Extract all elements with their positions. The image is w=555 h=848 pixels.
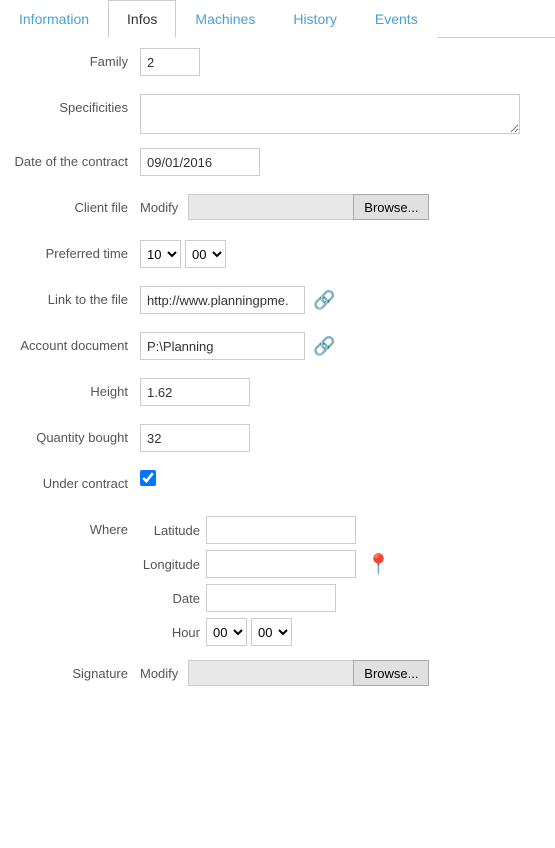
- signature-fake-input: Browse...: [188, 660, 429, 686]
- client-file-modify-label: Modify: [140, 200, 178, 215]
- signature-browse-btn[interactable]: Browse...: [353, 660, 429, 686]
- link-field: 🔗: [140, 286, 545, 314]
- where-hour-row: Hour 00 00: [140, 618, 391, 646]
- tab-information[interactable]: Information: [0, 0, 108, 38]
- family-input[interactable]: [140, 48, 200, 76]
- under-contract-field: [140, 470, 545, 486]
- preferred-time-field: 10 00: [140, 240, 545, 268]
- date-contract-label: Date of the contract: [10, 148, 140, 171]
- tab-events[interactable]: Events: [356, 0, 437, 38]
- client-file-field: Modify Browse...: [140, 194, 545, 220]
- client-file-row: Client file Modify Browse...: [10, 194, 545, 226]
- where-row: Where Latitude Longitude 📍 Date: [10, 516, 545, 646]
- under-contract-label: Under contract: [10, 470, 140, 493]
- where-hour-select[interactable]: 00: [206, 618, 247, 646]
- date-contract-row: Date of the contract: [10, 148, 545, 180]
- where-hour-label: Hour: [140, 625, 200, 640]
- signature-input-row: Modify Browse...: [140, 660, 429, 686]
- quantity-row: Quantity bought: [10, 424, 545, 456]
- account-input[interactable]: [140, 332, 305, 360]
- where-field: Latitude Longitude 📍 Date Hour: [140, 516, 545, 646]
- account-label: Account document: [10, 332, 140, 355]
- link-icon[interactable]: 🔗: [313, 290, 335, 311]
- height-input[interactable]: [140, 378, 250, 406]
- location-icon[interactable]: 📍: [366, 552, 391, 577]
- where-date-label: Date: [140, 591, 200, 606]
- specificities-input[interactable]: [140, 94, 520, 134]
- family-label: Family: [10, 48, 140, 71]
- date-contract-field: [140, 148, 545, 176]
- account-field: 🔗: [140, 332, 545, 360]
- where-block: Latitude Longitude 📍 Date Hour: [140, 516, 391, 646]
- signature-label: Signature: [10, 660, 140, 683]
- under-contract-row: Under contract: [10, 470, 545, 502]
- link-row: Link to the file 🔗: [10, 286, 545, 318]
- latitude-label: Latitude: [140, 523, 200, 538]
- specificities-row: Specificities: [10, 94, 545, 134]
- under-contract-checkbox[interactable]: [140, 470, 156, 486]
- latitude-row: Latitude: [140, 516, 391, 544]
- link-label: Link to the file: [10, 286, 140, 309]
- longitude-input[interactable]: [206, 550, 356, 578]
- date-contract-input[interactable]: [140, 148, 260, 176]
- tab-infos[interactable]: Infos: [108, 0, 176, 38]
- signature-row: Signature Modify Browse...: [10, 660, 545, 692]
- where-minute-select[interactable]: 00: [251, 618, 292, 646]
- where-date-input[interactable]: [206, 584, 336, 612]
- signature-field: Modify Browse...: [140, 660, 545, 686]
- preferred-time-hour-select[interactable]: 10: [140, 240, 181, 268]
- tab-history[interactable]: History: [274, 0, 356, 38]
- signature-modify-label: Modify: [140, 666, 178, 681]
- account-link-icon[interactable]: 🔗: [313, 336, 335, 357]
- specificities-field: [140, 94, 545, 134]
- tab-machines[interactable]: Machines: [176, 0, 274, 38]
- preferred-time-row: Preferred time 10 00: [10, 240, 545, 272]
- longitude-label: Longitude: [140, 557, 200, 572]
- longitude-row: Longitude 📍: [140, 550, 391, 578]
- height-row: Height: [10, 378, 545, 410]
- where-date-row: Date: [140, 584, 391, 612]
- latitude-input[interactable]: [206, 516, 356, 544]
- quantity-input[interactable]: [140, 424, 250, 452]
- specificities-label: Specificities: [10, 94, 140, 117]
- height-label: Height: [10, 378, 140, 401]
- client-file-label: Client file: [10, 194, 140, 217]
- signature-text-box: [188, 660, 353, 686]
- quantity-label: Quantity bought: [10, 424, 140, 447]
- client-file-text-box: [188, 194, 353, 220]
- preferred-time-label: Preferred time: [10, 240, 140, 263]
- client-file-browse-btn[interactable]: Browse...: [353, 194, 429, 220]
- where-label: Where: [10, 516, 140, 539]
- preferred-time-minute-select[interactable]: 00: [185, 240, 226, 268]
- hour-selects: 00 00: [206, 618, 292, 646]
- account-row: Account document 🔗: [10, 332, 545, 364]
- client-file-input-row: Modify Browse...: [140, 194, 429, 220]
- tab-bar: Information Infos Machines History Event…: [0, 0, 555, 38]
- form-container: Family Specificities Date of the contrac…: [0, 38, 555, 726]
- height-field: [140, 378, 545, 406]
- family-field: [140, 48, 545, 76]
- quantity-field: [140, 424, 545, 452]
- link-input[interactable]: [140, 286, 305, 314]
- family-row: Family: [10, 48, 545, 80]
- client-file-fake-input: Browse...: [188, 194, 429, 220]
